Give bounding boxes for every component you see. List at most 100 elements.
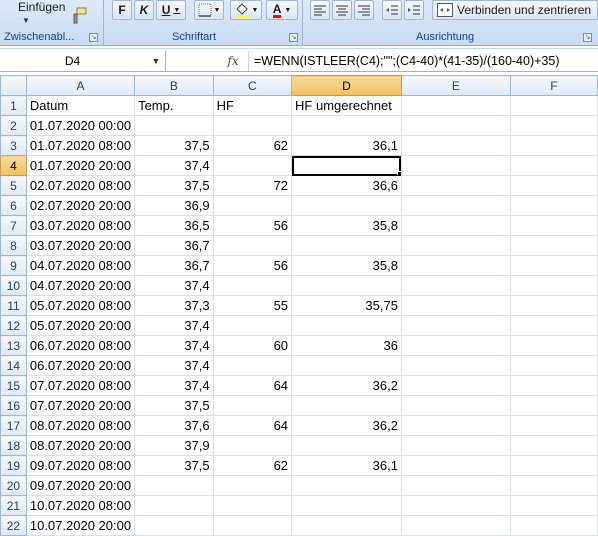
cell-a12[interactable]: 05.07.2020 20:00 — [25, 315, 136, 336]
column-header-f[interactable]: F — [509, 75, 598, 96]
cell-f14[interactable] — [509, 355, 598, 376]
row-header[interactable]: 18 — [0, 435, 27, 456]
font-color-dropdown-icon[interactable]: ▼ — [284, 7, 291, 14]
row-header[interactable]: 10 — [0, 275, 27, 296]
align-center-button[interactable] — [332, 0, 352, 20]
column-header-d[interactable]: D — [291, 75, 402, 96]
cell-f17[interactable] — [509, 415, 598, 436]
cell-f6[interactable] — [509, 195, 598, 216]
cell-a9[interactable]: 04.07.2020 08:00 — [25, 255, 136, 276]
cell-d9[interactable]: 35,8 — [291, 255, 402, 276]
cell-e2[interactable] — [400, 115, 511, 136]
cell-a3[interactable]: 01.07.2020 08:00 — [25, 135, 136, 156]
cell-d12[interactable] — [291, 315, 402, 336]
cell-e18[interactable] — [400, 435, 511, 456]
cell-b2[interactable] — [134, 115, 214, 136]
cell-f12[interactable] — [509, 315, 598, 336]
cell-c5[interactable]: 72 — [212, 175, 293, 196]
cell-f16[interactable] — [509, 395, 598, 416]
cell-e8[interactable] — [400, 235, 511, 256]
row-header[interactable]: 20 — [0, 475, 27, 496]
borders-dropdown-icon[interactable]: ▼ — [214, 7, 221, 14]
select-all-corner[interactable] — [0, 75, 27, 96]
cell-e1[interactable] — [400, 95, 511, 116]
cell-c1[interactable]: HF — [212, 95, 293, 116]
cell-d19[interactable]: 36,1 — [291, 455, 402, 476]
cell-e12[interactable] — [400, 315, 511, 336]
cell-d15[interactable]: 36,2 — [291, 375, 402, 396]
cell-c11[interactable]: 55 — [212, 295, 293, 316]
cell-d5[interactable]: 36,6 — [291, 175, 402, 196]
row-header[interactable]: 14 — [0, 355, 27, 376]
cell-c2[interactable] — [212, 115, 293, 136]
column-header-c[interactable]: C — [212, 75, 293, 96]
cell-b13[interactable]: 37,4 — [134, 335, 214, 356]
cell-a13[interactable]: 06.07.2020 08:00 — [25, 335, 136, 356]
cell-d22[interactable] — [291, 515, 402, 536]
fill-color-dropdown-icon[interactable]: ▼ — [252, 7, 259, 14]
row-header[interactable]: 17 — [0, 415, 27, 436]
insert-function-button[interactable]: fx — [222, 50, 244, 72]
cell-a17[interactable]: 08.07.2020 08:00 — [25, 415, 136, 436]
cell-b19[interactable]: 37,5 — [134, 455, 214, 476]
cell-c8[interactable] — [212, 235, 293, 256]
cell-b5[interactable]: 37,5 — [134, 175, 214, 196]
cell-e3[interactable] — [400, 135, 511, 156]
paste-button[interactable]: Einfügen — [18, 0, 65, 14]
cell-c14[interactable] — [212, 355, 293, 376]
cell-c4[interactable] — [212, 155, 293, 176]
cell-f21[interactable] — [509, 495, 598, 516]
column-header-b[interactable]: B — [134, 75, 214, 96]
cell-f13[interactable] — [509, 335, 598, 356]
cell-b11[interactable]: 37,3 — [134, 295, 214, 316]
cell-f10[interactable] — [509, 275, 598, 296]
cell-d6[interactable] — [291, 195, 402, 216]
underline-dropdown-icon[interactable]: ▼ — [173, 7, 180, 14]
row-header[interactable]: 1 — [0, 95, 27, 116]
cell-f8[interactable] — [509, 235, 598, 256]
cell-c15[interactable]: 64 — [212, 375, 293, 396]
cell-c10[interactable] — [212, 275, 293, 296]
cell-f9[interactable] — [509, 255, 598, 276]
cell-b15[interactable]: 37,4 — [134, 375, 214, 396]
align-left-button[interactable] — [310, 0, 330, 20]
cell-a16[interactable]: 07.07.2020 20:00 — [25, 395, 136, 416]
cell-d10[interactable] — [291, 275, 402, 296]
cell-e7[interactable] — [400, 215, 511, 236]
underline-button[interactable]: U ▼ — [156, 0, 186, 20]
cell-b4[interactable]: 37,4 — [134, 155, 214, 176]
cell-d4[interactable] — [291, 155, 402, 176]
cell-a21[interactable]: 10.07.2020 08:00 — [25, 495, 136, 516]
row-header[interactable]: 13 — [0, 335, 27, 356]
cell-a7[interactable]: 03.07.2020 08:00 — [25, 215, 136, 236]
increase-indent-button[interactable] — [404, 0, 424, 20]
row-header[interactable]: 6 — [0, 195, 27, 216]
cell-e10[interactable] — [400, 275, 511, 296]
cell-d8[interactable] — [291, 235, 402, 256]
cell-a1[interactable]: Datum — [25, 95, 136, 116]
cell-a11[interactable]: 05.07.2020 08:00 — [25, 295, 136, 316]
cell-b1[interactable]: Temp. — [134, 95, 214, 116]
cell-e11[interactable] — [400, 295, 511, 316]
cell-e15[interactable] — [400, 375, 511, 396]
cell-b20[interactable] — [134, 475, 214, 496]
italic-button[interactable]: K — [134, 0, 154, 20]
cell-b18[interactable]: 37,9 — [134, 435, 214, 456]
format-painter-icon[interactable] — [70, 6, 88, 24]
cell-b17[interactable]: 37,6 — [134, 415, 214, 436]
cell-f15[interactable] — [509, 375, 598, 396]
cell-b8[interactable]: 36,7 — [134, 235, 214, 256]
cell-c6[interactable] — [212, 195, 293, 216]
cell-c22[interactable] — [212, 515, 293, 536]
cell-c16[interactable] — [212, 395, 293, 416]
cell-e17[interactable] — [400, 415, 511, 436]
cell-a20[interactable]: 09.07.2020 20:00 — [25, 475, 136, 496]
cell-f7[interactable] — [509, 215, 598, 236]
cell-b10[interactable]: 37,4 — [134, 275, 214, 296]
cell-e20[interactable] — [400, 475, 511, 496]
cell-c17[interactable]: 64 — [212, 415, 293, 436]
row-header[interactable]: 9 — [0, 255, 27, 276]
column-header-a[interactable]: A — [25, 75, 136, 96]
formula-input[interactable]: =WENN(ISTLEER(C4);"";(C4-40)*(41-35)/(16… — [254, 50, 560, 72]
cell-f2[interactable] — [509, 115, 598, 136]
